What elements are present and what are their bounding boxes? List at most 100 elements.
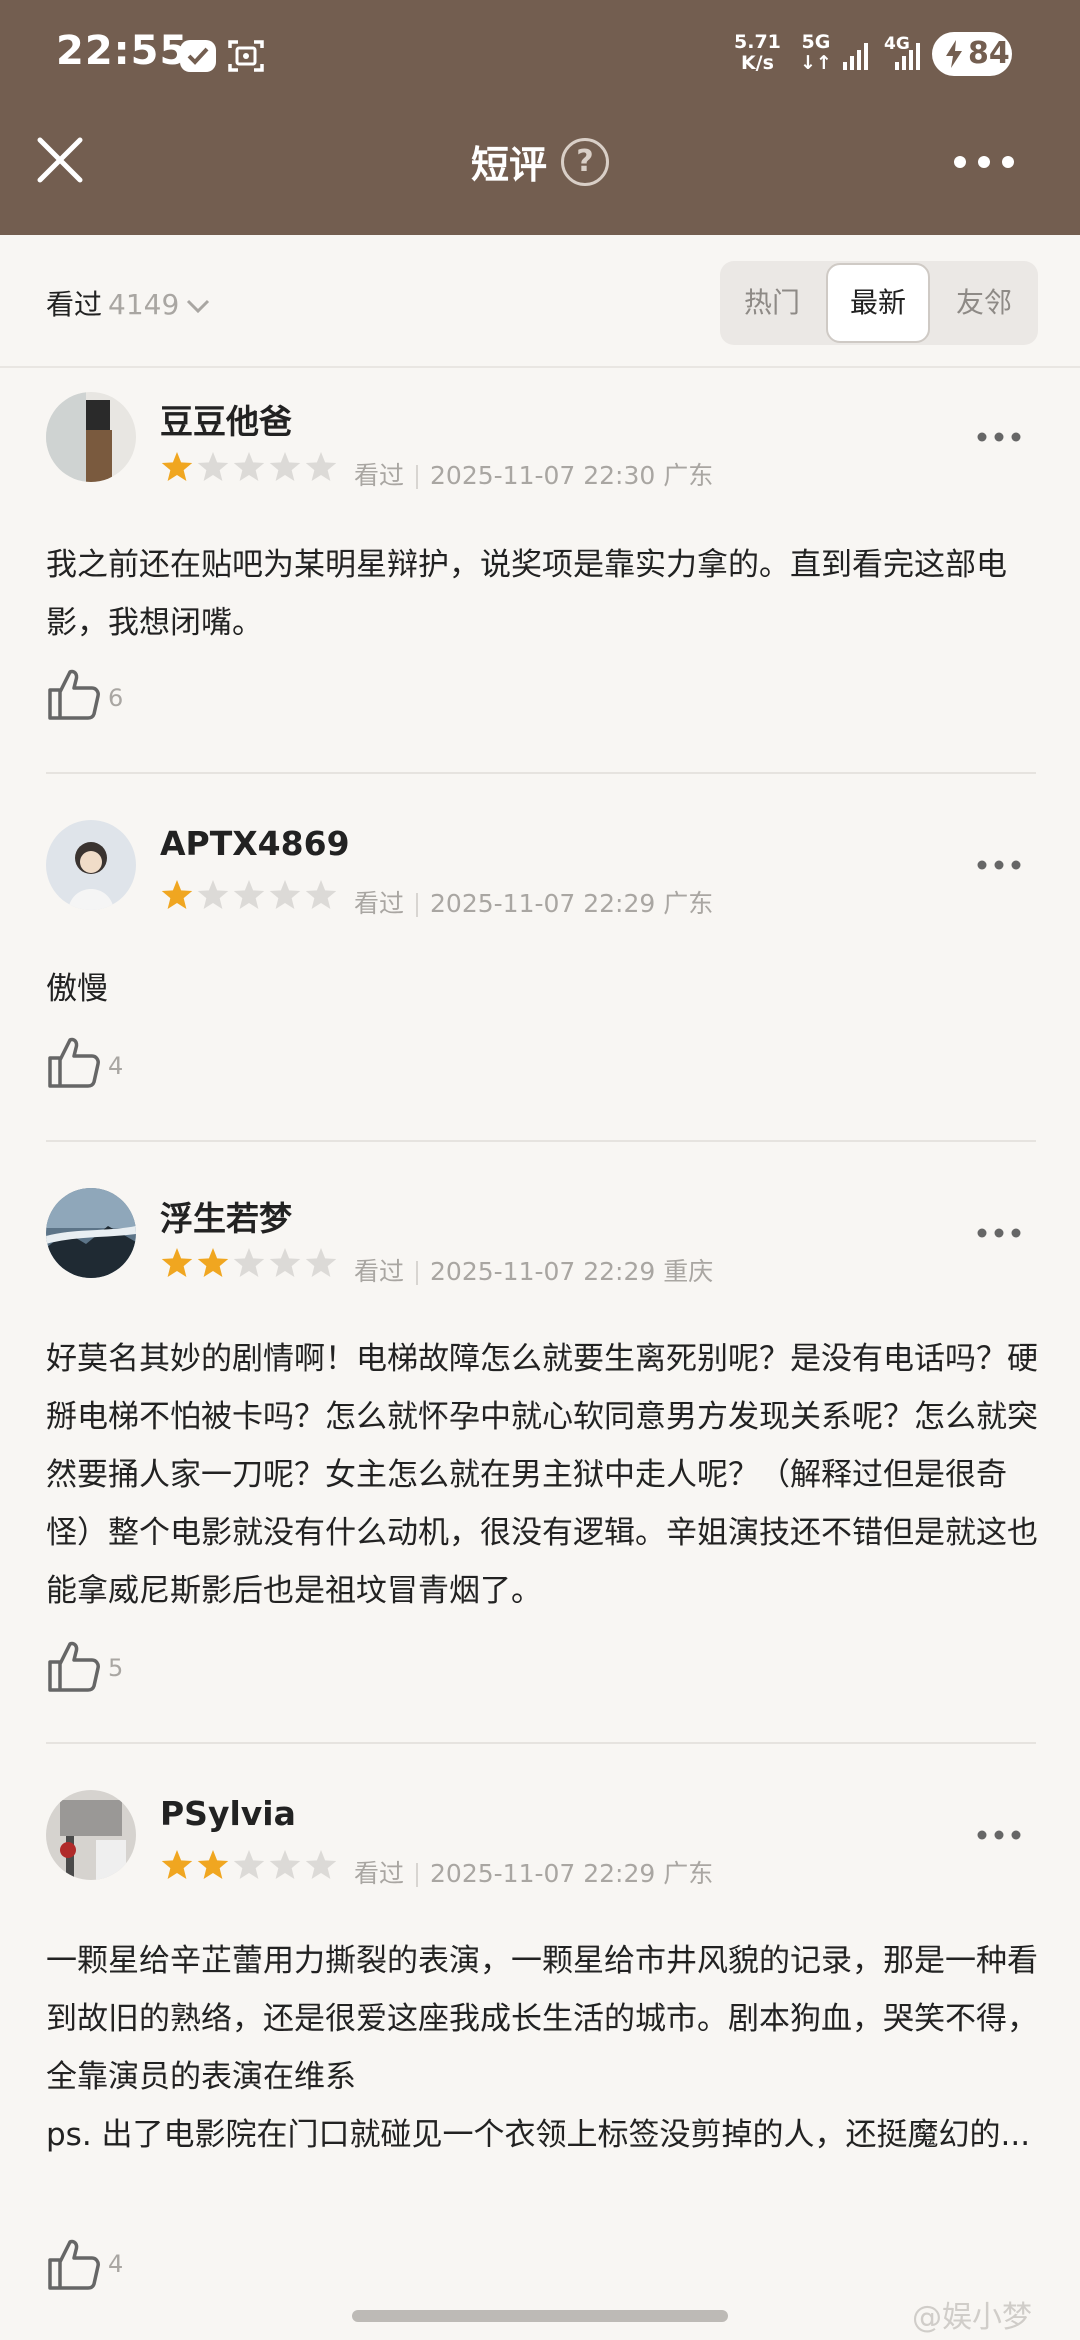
rating-stars [161,1248,336,1277]
review-more-icon[interactable] [976,430,1022,444]
battery-indicator: 84 [932,32,1012,76]
sort-segmented-control: 热门 最新 友邻 [720,261,1038,345]
star-empty-icon [269,1850,301,1879]
battery-level: 84 [968,36,1010,71]
star-empty-icon [197,452,229,481]
review-status: 看过 [354,889,405,918]
review-status: 看过 [354,1859,405,1888]
review-text: 好莫名其妙的剧情啊！电梯故障怎么就要生离死别呢？是没有电话吗？硬掰电梯不怕被卡吗… [46,1341,1038,1609]
tab-latest[interactable]: 最新 [826,263,930,343]
meta-divider [416,893,419,917]
review-divider [46,1140,1036,1142]
review-more-icon[interactable] [976,1226,1022,1240]
reviewer-name[interactable]: 浮生若梦 [160,1192,292,1240]
meta-divider [416,1863,419,1887]
thumbs-up-icon[interactable] [46,1034,102,1090]
review-text: 傲慢 [46,971,108,1007]
review-location: 广东 [663,889,714,918]
star-filled-icon [161,1248,193,1277]
review-location: 广东 [663,1859,714,1888]
star-empty-icon [233,1248,265,1277]
net-speed: 5.71 K/s [734,32,781,74]
reviewer-name[interactable]: PSylvia [160,1794,296,1833]
filter-bar: 看过 4149 热门 最新 友邻 [0,235,1080,368]
avatar[interactable] [46,1188,136,1278]
avatar[interactable] [46,820,136,910]
page-title-text: 短评 [470,143,547,187]
review-text-line: ps. 出了电影院在门口就碰见一个衣领上标签没剪掉的人，还挺魔幻的... [46,2117,1031,2153]
star-filled-icon [197,1248,229,1277]
review-text: 我之前还在贴吧为某明星辩护，说奖项是靠实力拿的。直到看完这部电影，我想闭嘴。 [46,547,1007,641]
star-empty-icon [233,880,265,909]
avatar[interactable] [46,1790,136,1880]
review-text-line: 一颗星给辛芷蕾用力撕裂的表演，一颗星给市井风貌的记录，那是一种看到故旧的熟络，还… [46,1943,1038,2095]
reviewer-name[interactable]: APTX4869 [160,824,350,863]
page-title: 短评? [0,134,1080,189]
updown-arrows-icon: ↓↑ [800,52,832,74]
thumbs-up-icon[interactable] [46,666,102,722]
avatar[interactable] [46,392,136,482]
review-location: 重庆 [663,1257,714,1286]
watched-count: 4149 [108,288,180,321]
review-divider [46,772,1036,774]
star-empty-icon [233,1850,265,1879]
rating-stars [161,880,336,909]
home-indicator[interactable] [352,2310,728,2322]
review-status: 看过 [354,1257,405,1286]
star-filled-icon [197,1850,229,1879]
star-empty-icon [197,880,229,909]
charging-bolt-icon [946,40,962,68]
star-empty-icon [269,452,301,481]
review-location: 广东 [663,461,714,490]
app-header: 22:55 5.71 K/s 5G ↓↑ 4G 84 短评 ? [0,0,1080,235]
review-text: 一颗星给辛芷蕾用力撕裂的表演，一颗星给市井风貌的记录，那是一种看到故旧的熟络，还… [46,1932,1038,2164]
like-count: 6 [108,684,124,712]
meta-divider [416,1261,419,1285]
watched-label: 看过 [46,288,103,321]
net-speed-value: 5.71 [734,31,781,53]
status-bar: 22:55 5.71 K/s 5G ↓↑ 4G 84 [0,0,1080,110]
review-meta: 看过 2025-11-07 22:30 广东 [354,456,713,492]
review-datetime: 2025-11-07 22:29 [430,1859,656,1888]
review-status: 看过 [354,461,405,490]
more-options-icon[interactable] [952,152,1016,172]
star-empty-icon [269,1248,301,1277]
net-speed-unit: K/s [740,52,774,74]
review-more-icon[interactable] [976,858,1022,872]
like-count: 5 [108,1654,124,1682]
review-datetime: 2025-11-07 22:30 [430,461,656,490]
signal-icon-2 [895,43,920,70]
reviewer-name[interactable]: 豆豆他爸 [160,395,292,443]
meta-divider [416,465,419,489]
review-more-icon[interactable] [976,1828,1022,1842]
like-count: 4 [108,2250,124,2278]
tab-hot[interactable]: 热门 [720,261,824,345]
network-5g: 5G ↓↑ [800,32,832,74]
thumbs-up-icon[interactable] [46,1638,102,1694]
star-empty-icon [305,880,336,909]
photo-scan-icon [228,40,264,72]
review-meta: 看过 2025-11-07 22:29 广东 [354,884,713,920]
network-5g-label: 5G [801,31,831,53]
help-icon[interactable]: ? [561,137,609,186]
star-empty-icon [305,1850,336,1879]
status-time: 22:55 [56,28,189,74]
review-datetime: 2025-11-07 22:29 [430,1257,656,1286]
star-empty-icon [305,1248,336,1277]
check-badge-icon [180,40,216,72]
review-meta: 看过 2025-11-07 22:29 广东 [354,1854,713,1890]
thumbs-up-icon[interactable] [46,2236,102,2292]
review-datetime: 2025-11-07 22:29 [430,889,656,918]
review-divider [46,1742,1036,1744]
signal-icon [843,43,868,70]
star-filled-icon [161,452,193,481]
rating-stars [161,1850,336,1879]
watched-filter-dropdown[interactable]: 看过 4149 [46,283,211,323]
review-meta: 看过 2025-11-07 22:29 重庆 [354,1252,713,1288]
star-empty-icon [233,452,265,481]
star-empty-icon [269,880,301,909]
tab-friends[interactable]: 友邻 [932,261,1036,345]
star-empty-icon [305,452,336,481]
star-filled-icon [161,880,193,909]
star-filled-icon [161,1850,193,1879]
